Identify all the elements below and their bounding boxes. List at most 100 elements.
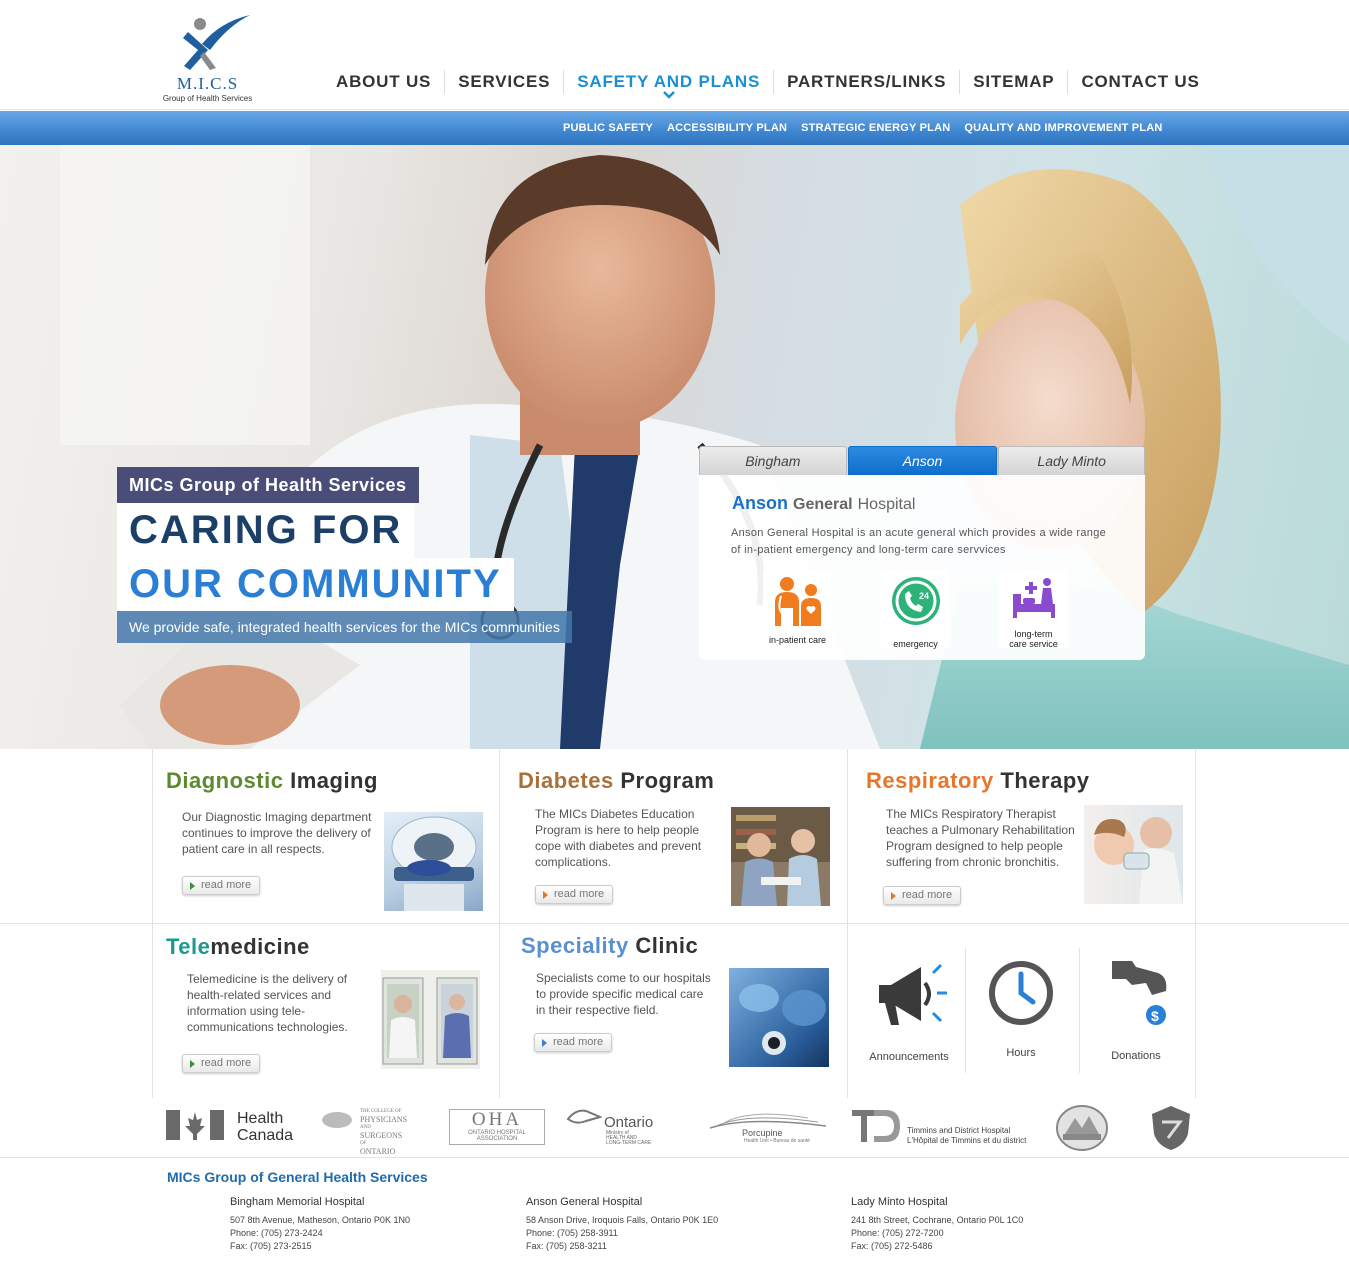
speciality-title-b: Clinic — [635, 933, 699, 958]
cpso-text-2: PHYSICIANS — [360, 1115, 408, 1124]
respiratory-photo — [1084, 805, 1183, 904]
footer-lady-minto-fax: Fax: (705) 272-5486 — [851, 1241, 933, 1251]
footer-bingham-address: 507 8th Avenue, Matheson, Ontario P0K 1N… — [230, 1215, 410, 1225]
footer-lady-minto-address: 241 8th Street, Cochrane, Ontario P0L 1C… — [851, 1215, 1024, 1225]
quick-link-announcements[interactable]: Announcements — [860, 955, 958, 1063]
diagnostic-title-b: Imaging — [290, 768, 378, 793]
logo-subtitle: Group of Health Services — [162, 94, 253, 103]
hospital-tabs: Bingham Anson Lady Minto — [699, 446, 1145, 475]
diagnostic-text: Our Diagnostic Imaging department contin… — [182, 810, 372, 856]
nav-contact-us[interactable]: CONTACT US — [1067, 70, 1212, 94]
announcements-label: Announcements — [869, 1051, 949, 1063]
diagnostic-imaging-photo — [384, 812, 483, 911]
telemedicine-read-more-button[interactable]: read more — [182, 1054, 261, 1073]
subnav-accessibility-plan[interactable]: ACCESSIBILITY PLAN — [660, 111, 794, 145]
long-term-care-label-1: long-term — [1014, 629, 1053, 639]
service-card-telemedicine: Telemedicine Telemedicine is the deliver… — [153, 924, 499, 1098]
tab-lady-minto[interactable]: Lady Minto — [998, 446, 1145, 475]
hospital-description: Anson General Hospital is an acute gener… — [731, 527, 1107, 556]
tab-bingham[interactable]: Bingham — [699, 446, 847, 475]
respiratory-read-more-button[interactable]: read more — [883, 886, 962, 905]
service-card-speciality-clinic: Speciality Clinic Specialists come to ou… — [500, 924, 847, 1098]
nav-safety-label: SAFETY AND PLANS — [577, 72, 761, 91]
footer-anson-name: Anson General Hospital — [526, 1196, 643, 1208]
play-arrow-icon — [543, 891, 548, 899]
hero-badge: MICs Group of Health Services — [117, 467, 419, 503]
hero-tagline: We provide safe, integrated health servi… — [117, 611, 572, 643]
service-inpatient-care[interactable]: in-patient care — [763, 570, 832, 648]
service-emergency[interactable]: 24 emergency — [881, 570, 950, 649]
subnav-quality-improvement-plan[interactable]: QUALITY AND IMPROVEMENT PLAN — [957, 111, 1169, 145]
quick-link-donations[interactable]: $ Donations — [1090, 955, 1182, 1062]
nav-about-us[interactable]: ABOUT US — [325, 70, 444, 94]
chevron-down-icon — [662, 91, 675, 99]
svg-text:$: $ — [1151, 1008, 1159, 1024]
footer-anson: Anson General Hospital 58 Anson Drive, I… — [526, 1196, 718, 1253]
diabetes-photo — [731, 807, 830, 906]
footer-bingham-name: Bingham Memorial Hospital — [230, 1196, 365, 1208]
nav-sitemap[interactable]: SITEMAP — [959, 70, 1067, 94]
cpso-text-6: ONTARIO — [360, 1147, 396, 1156]
footer-anson-phone: Phone: (705) 258-3911 — [526, 1228, 618, 1238]
quick-link-hours[interactable]: Hours — [975, 958, 1067, 1059]
health-canada-logo[interactable]: Health Canada — [166, 1108, 293, 1147]
cpso-text-4: SURGEONS — [360, 1131, 403, 1140]
cpso-logo[interactable]: THE COLLEGE OF PHYSICIANS AND SURGEONS O… — [320, 1108, 428, 1156]
telemedicine-title-b: medicine — [210, 934, 310, 959]
logo-text: M.I.C.S — [176, 74, 239, 93]
speciality-read-more-button[interactable]: read more — [534, 1033, 613, 1052]
partner-logos: Health Canada THE COLLEGE OF PHYSICIANS … — [0, 1098, 1349, 1158]
grid-border-right — [1195, 749, 1196, 1098]
footer-anson-fax: Fax: (705) 258-3211 — [526, 1241, 607, 1251]
respiratory-title-b: Therapy — [1000, 768, 1090, 793]
telemedicine-photo — [381, 970, 480, 1069]
play-arrow-icon — [891, 892, 896, 900]
timmins-text-2: L'Hôpital de Timmins et du district — [907, 1136, 1027, 1145]
porcupine-sub: Health Unit • Bureau de santé — [744, 1138, 810, 1144]
hospital-panel-title: Anson General Hospital — [732, 493, 915, 514]
nav-partners-links[interactable]: PARTNERS/LINKS — [773, 70, 959, 94]
telemedicine-text: Telemedicine is the delivery of health-r… — [187, 972, 348, 1034]
child-inhaler-image — [1094, 817, 1183, 904]
nav-safety-and-plans[interactable]: SAFETY AND PLANS — [563, 70, 773, 99]
hospital-title-general: General — [793, 496, 853, 513]
respiratory-title-a: Respiratory — [866, 768, 994, 793]
cpso-crest-icon — [322, 1112, 352, 1128]
logo-figure-icon — [183, 15, 250, 70]
diagnostic-read-more-button[interactable]: read more — [182, 876, 261, 895]
donations-label: Donations — [1111, 1050, 1161, 1062]
porcupine-health-unit-logo[interactable]: Porcupine Health Unit • Bureau de santé — [708, 1106, 828, 1146]
ontario-text: Ontario — [604, 1114, 654, 1131]
service-long-term-care[interactable]: long-term care service — [999, 570, 1068, 649]
diabetes-text: The MICs Diabetes Education Program is h… — [535, 807, 702, 869]
footer-bingham: Bingham Memorial Hospital 507 8th Avenue… — [230, 1196, 410, 1253]
crest-shield-icon — [1152, 1106, 1190, 1150]
diabetes-read-more-button[interactable]: read more — [535, 885, 614, 904]
town-seal-logo[interactable] — [1055, 1104, 1109, 1157]
long-term-care-label-2: care service — [1009, 639, 1058, 649]
main-nav: ABOUT US SERVICES SAFETY AND PLANS PARTN… — [325, 70, 1213, 99]
diabetes-title-a: Diabetes — [518, 768, 614, 793]
porcupine-lines-icon — [709, 1113, 827, 1129]
health-canada-text-2: Canada — [237, 1127, 294, 1144]
ontario-logo[interactable]: Ontario Ministry of HEALTH AND LONG-TERM… — [566, 1107, 681, 1147]
crest-shield-logo[interactable] — [1148, 1104, 1194, 1157]
nav-services[interactable]: SERVICES — [444, 70, 563, 94]
subnav-strategic-energy-plan[interactable]: STRATEGIC ENERGY PLAN — [794, 111, 957, 145]
oha-logo[interactable]: OHA ONTARIO HOSPITAL ASSOCIATION — [449, 1109, 545, 1145]
respiratory-title: Respiratory Therapy — [866, 768, 1090, 794]
respiratory-text: The MICs Respiratory Therapist teaches a… — [886, 807, 1075, 869]
footer-anson-address: 58 Anson Drive, Iroquois Falls, Ontario … — [526, 1215, 719, 1225]
tab-anson[interactable]: Anson — [847, 446, 998, 475]
hero-doctor-patient-image — [60, 145, 1349, 749]
subnav-public-safety[interactable]: PUBLIC SAFETY — [556, 111, 660, 145]
service-card-diagnostic-imaging: Diagnostic Imaging Our Diagnostic Imagin… — [153, 750, 499, 923]
megaphone-icon — [879, 963, 947, 1025]
svg-text:24: 24 — [919, 591, 929, 601]
porcupine-text: Porcupine — [742, 1128, 783, 1138]
mics-logo[interactable]: M.I.C.S Group of Health Services — [150, 10, 265, 105]
inpatient-care-icon — [774, 577, 821, 626]
timmins-hospital-logo[interactable]: Timmins and District Hospital L'Hôpital … — [850, 1108, 1030, 1146]
play-arrow-icon — [542, 1039, 547, 1047]
speciality-title: Speciality Clinic — [521, 933, 698, 959]
